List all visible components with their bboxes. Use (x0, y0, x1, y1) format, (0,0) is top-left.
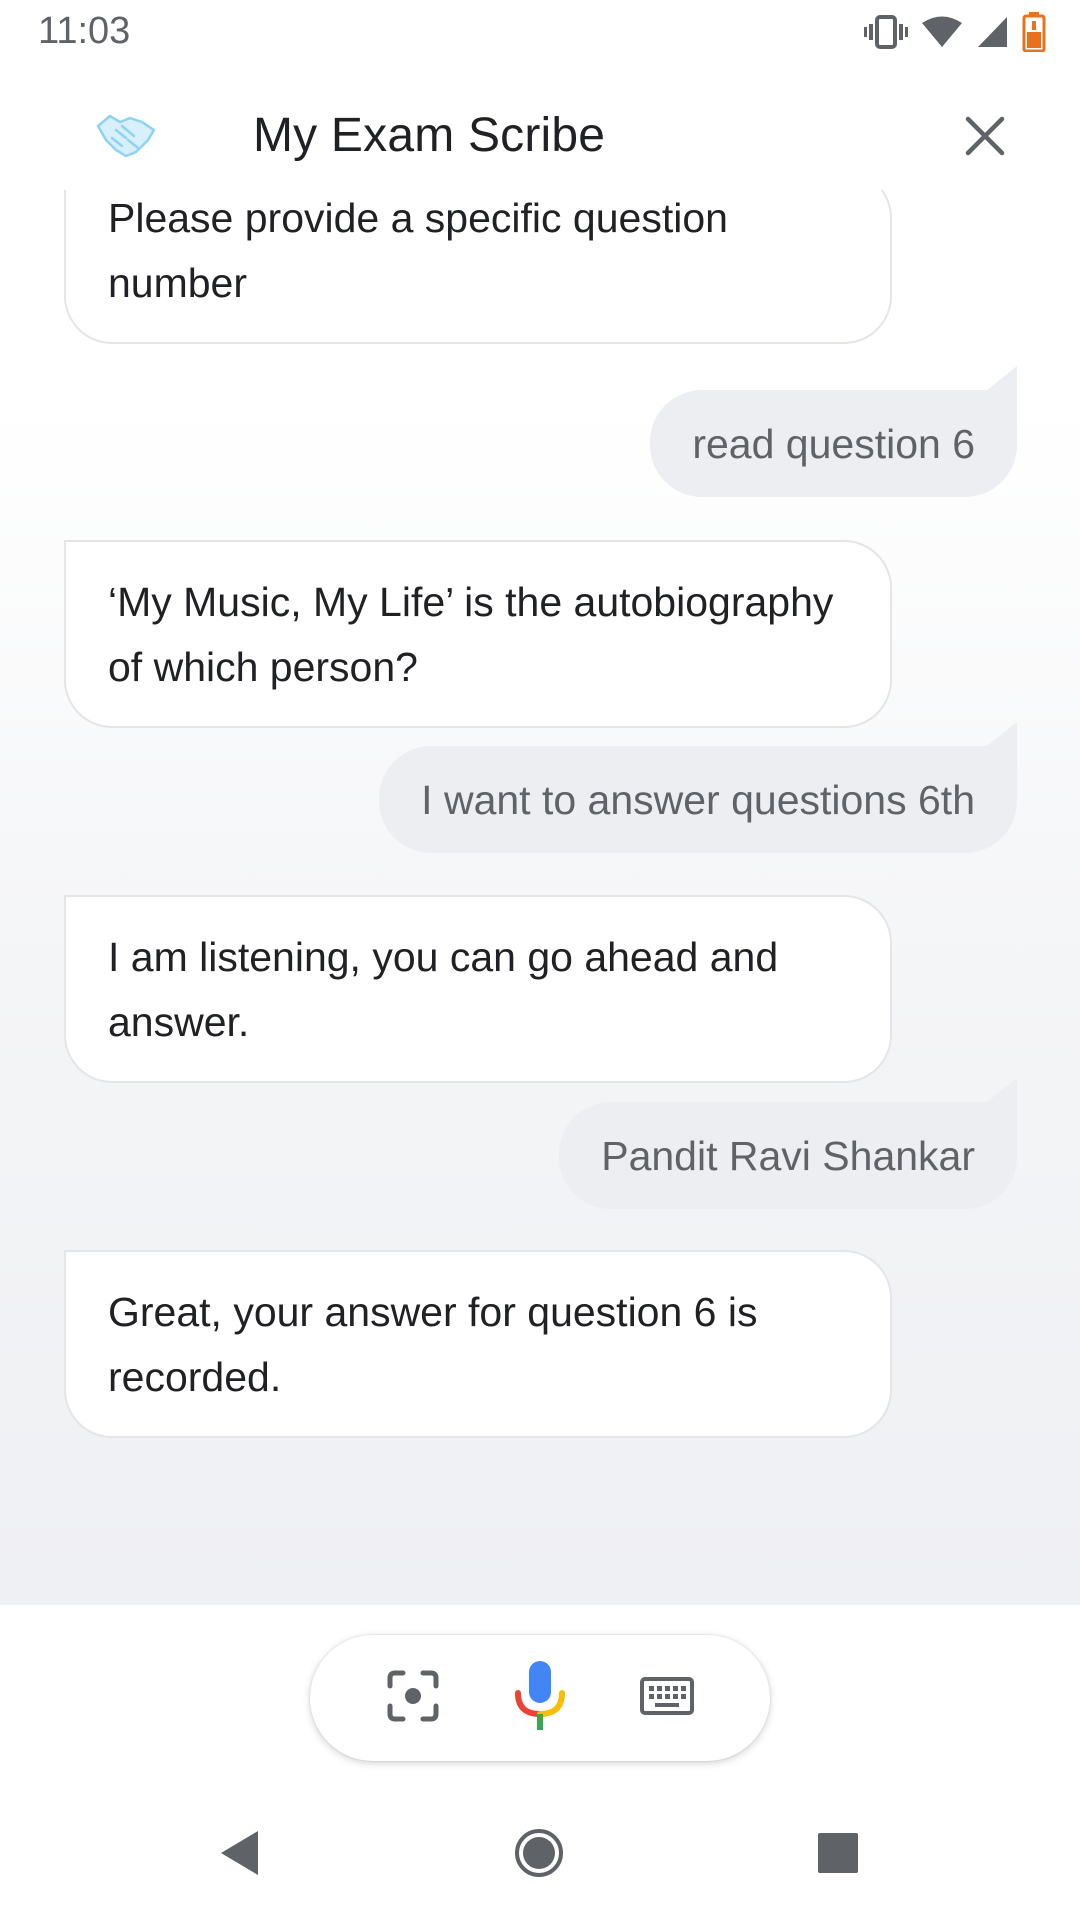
back-icon (218, 1829, 262, 1882)
handshake-logo-icon (96, 110, 156, 160)
user-message: read question 6 (650, 390, 1017, 497)
recents-button[interactable] (803, 1820, 873, 1890)
vibrate-icon (864, 15, 908, 49)
home-icon (513, 1827, 565, 1884)
keyboard-icon (639, 1676, 694, 1720)
message-text: Great, your answer for question 6 is rec… (108, 1289, 758, 1400)
microphone-button[interactable] (505, 1660, 575, 1733)
assistant-message: Great, your answer for question 6 is rec… (64, 1250, 892, 1438)
navigation-bar (0, 1785, 1080, 1920)
lens-icon (387, 1670, 439, 1727)
assistant-message: Please provide a specific question numbe… (64, 190, 892, 344)
close-icon (965, 116, 1005, 161)
user-message: Pandit Ravi Shankar (559, 1102, 1017, 1209)
battery-low-icon (1022, 12, 1046, 52)
status-bar: 11:03 (0, 0, 1080, 64)
conversation-area[interactable]: Please provide a specific question numbe… (0, 190, 1080, 1605)
cell-signal-icon (976, 16, 1008, 48)
message-text: ‘My Music, My Life’ is the autobiography… (108, 579, 834, 690)
message-text: I want to answer questions 6th (421, 777, 975, 823)
keyboard-button[interactable] (632, 1663, 702, 1733)
back-button[interactable] (205, 1820, 275, 1890)
home-button[interactable] (504, 1820, 574, 1890)
wifi-icon (922, 16, 962, 48)
recents-icon (817, 1832, 859, 1879)
status-time: 11:03 (38, 10, 131, 52)
assistant-message: ‘My Music, My Life’ is the autobiography… (64, 540, 892, 728)
message-text: Pandit Ravi Shankar (601, 1133, 975, 1179)
microphone-icon (513, 1659, 567, 1738)
assistant-message: I am listening, you can go ahead and ans… (64, 895, 892, 1083)
lens-button[interactable] (378, 1663, 448, 1733)
input-pill (310, 1635, 770, 1761)
app-header: My Exam Scribe (0, 90, 1080, 185)
status-icons (864, 12, 1046, 52)
close-button[interactable] (957, 110, 1013, 166)
message-text: I am listening, you can go ahead and ans… (108, 934, 779, 1045)
app-title: My Exam Scribe (253, 109, 606, 162)
input-panel (0, 1605, 1080, 1785)
message-text: read question 6 (692, 421, 975, 467)
message-text: Please provide a specific question numbe… (108, 195, 728, 306)
user-message: I want to answer questions 6th (379, 746, 1017, 853)
